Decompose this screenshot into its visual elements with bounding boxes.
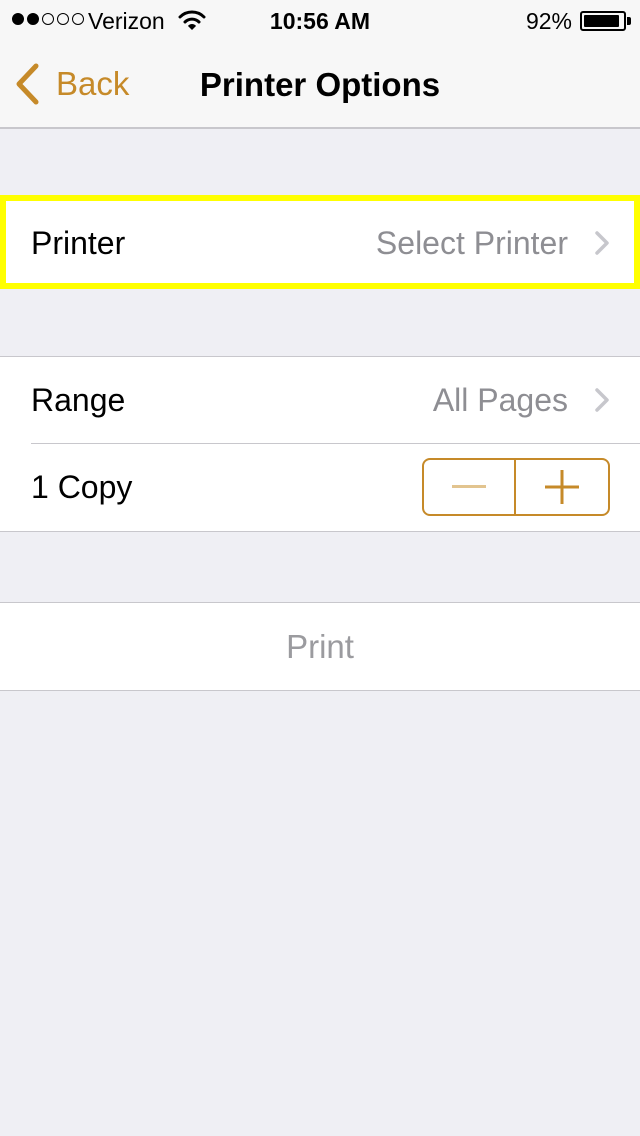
- copies-row: 1 Copy: [0, 444, 640, 531]
- decrement-button[interactable]: [424, 460, 516, 514]
- printer-row[interactable]: Printer Select Printer: [0, 200, 640, 287]
- page-title: Printer Options: [199, 66, 441, 103]
- copies-stepper[interactable]: [422, 458, 610, 516]
- range-value: All Pages: [432, 382, 568, 418]
- range-label: Range: [31, 382, 126, 418]
- chevron-right-icon: [595, 231, 609, 255]
- increment-button[interactable]: [516, 460, 608, 514]
- battery-icon: [580, 11, 626, 31]
- options-group: Range All Pages 1 Copy: [0, 356, 640, 532]
- chevron-right-icon: [595, 388, 609, 412]
- battery-level: [584, 15, 619, 27]
- printer-label: Printer: [31, 225, 126, 261]
- copies-label: 1 Copy: [31, 469, 133, 505]
- battery-percent: 92%: [525, 8, 572, 34]
- minus-icon: [452, 485, 486, 488]
- battery-nub: [627, 17, 631, 25]
- range-row[interactable]: Range All Pages: [0, 357, 640, 444]
- print-group: Print: [0, 602, 640, 691]
- printer-group: Printer Select Printer: [0, 199, 640, 288]
- navigation-bar: Verizon 10:56 AM 92% Back Printer Option…: [0, 0, 640, 129]
- status-bar: Verizon 10:56 AM 92%: [0, 0, 640, 40]
- printer-value: Select Printer: [375, 225, 568, 261]
- plus-icon: [545, 470, 579, 504]
- screen: Verizon 10:56 AM 92% Back Printer Option…: [0, 0, 640, 1136]
- print-button[interactable]: Print: [0, 603, 640, 690]
- print-label: Print: [286, 627, 354, 665]
